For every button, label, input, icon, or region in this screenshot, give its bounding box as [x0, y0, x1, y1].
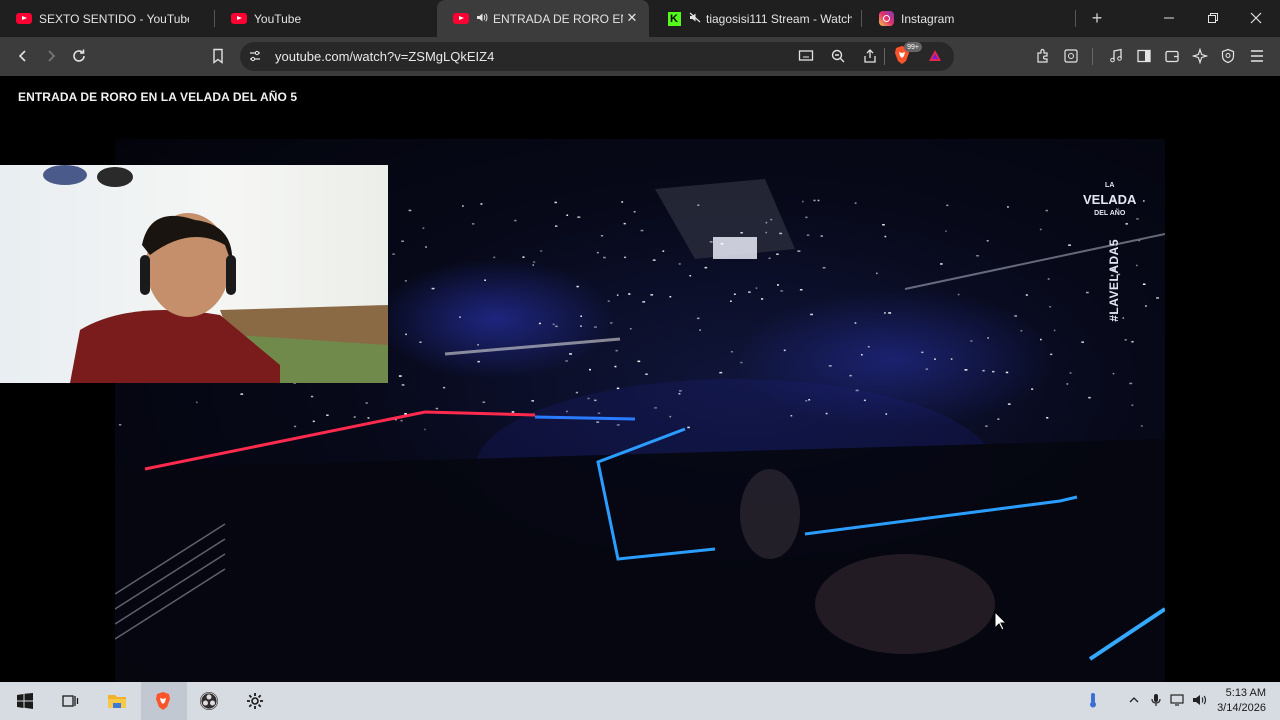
- tab-kick-stream[interactable]: K tiagosisi111 Stream - Watch Live on Ki…: [650, 0, 860, 37]
- site-info-icon[interactable]: [246, 47, 264, 65]
- close-tab-icon[interactable]: ✕: [625, 11, 639, 25]
- tab-title: ENTRADA DE RORO EN LA VELADA DEL AÑO 5: [493, 11, 623, 26]
- tab-title: YouTube: [254, 11, 302, 26]
- wallet-icon[interactable]: [1163, 47, 1181, 65]
- share-icon[interactable]: [861, 47, 879, 65]
- clock-date: 3/14/2026: [1217, 702, 1266, 714]
- menu-icon[interactable]: [1248, 47, 1266, 65]
- tab-strip: SEXTO SENTIDO - YouTube YouTube ENTRADA …: [0, 0, 1280, 37]
- la-velada-logo: LA VELADA DEL AÑO: [1083, 179, 1136, 221]
- restore-icon[interactable]: [1202, 8, 1224, 30]
- mouse-cursor-icon: [994, 610, 1008, 636]
- media-icon[interactable]: [1107, 47, 1125, 65]
- reader-mode-icon[interactable]: [1062, 47, 1080, 65]
- webcam-person: [43, 165, 388, 383]
- system-clock[interactable]: 5:13 AM 3/14/2026: [1214, 686, 1266, 716]
- network-icon[interactable]: [1170, 692, 1186, 708]
- windows-start-icon[interactable]: [14, 690, 36, 712]
- reload-icon[interactable]: [68, 45, 90, 67]
- tab-sexto-sentido[interactable]: SEXTO SENTIDO - YouTube: [0, 0, 214, 37]
- tab-title: Instagram: [901, 11, 955, 26]
- brave-icon[interactable]: [152, 690, 174, 712]
- url-text[interactable]: youtube.com/watch?v=ZSMgLQkEIZ4: [275, 49, 494, 64]
- extensions-icon[interactable]: [1034, 47, 1052, 65]
- microphone-icon[interactable]: [1148, 692, 1164, 708]
- youtube-icon: [16, 11, 32, 27]
- logo-sub: DEL AÑO: [1094, 210, 1126, 217]
- volume-icon[interactable]: [1192, 692, 1208, 708]
- thermometer-icon[interactable]: [1085, 692, 1101, 708]
- minimize-icon[interactable]: [1158, 8, 1180, 30]
- chevron-up-icon[interactable]: [1126, 692, 1142, 708]
- tab-title: SEXTO SENTIDO - YouTube: [39, 11, 189, 26]
- youtube-icon: [453, 11, 469, 27]
- hashtag-overlay: #LAVELADA5: [1107, 239, 1121, 322]
- task-view-icon[interactable]: [59, 690, 81, 712]
- shields-badge: 99+: [904, 42, 922, 52]
- new-tab-button[interactable]: +: [1087, 9, 1107, 29]
- zoom-icon[interactable]: [829, 47, 847, 65]
- file-explorer-icon[interactable]: [106, 690, 128, 712]
- sidebar-icon[interactable]: [1135, 47, 1153, 65]
- logo-top: LA: [1105, 182, 1115, 189]
- webcam-overlay: [0, 165, 388, 383]
- muted-icon[interactable]: [689, 12, 701, 26]
- speaker-icon[interactable]: [476, 12, 488, 26]
- tab-separator: [1075, 10, 1076, 27]
- obs-icon[interactable]: [198, 690, 220, 712]
- tab-youtube[interactable]: YouTube: [215, 0, 435, 37]
- youtube-icon: [231, 11, 247, 27]
- settings-icon[interactable]: [244, 690, 266, 712]
- toolbar-separator: [884, 48, 885, 65]
- instagram-icon: [878, 11, 894, 27]
- tab-title: tiagosisi111 Stream - Watch Live on Kick: [706, 11, 852, 26]
- logo-main: VELADA: [1083, 192, 1137, 207]
- cast-icon[interactable]: [797, 47, 815, 65]
- tab-instagram[interactable]: Instagram: [862, 0, 1074, 37]
- video-title: ENTRADA DE RORO EN LA VELADA DEL AÑO 5: [18, 90, 298, 104]
- back-icon[interactable]: [12, 45, 34, 67]
- kick-icon: K: [666, 11, 682, 27]
- close-window-icon[interactable]: [1245, 8, 1267, 30]
- bookmark-icon[interactable]: [207, 45, 229, 67]
- forward-icon[interactable]: [40, 45, 62, 67]
- vpn-icon[interactable]: [1219, 47, 1237, 65]
- brave-rewards-icon[interactable]: [926, 47, 944, 65]
- toolbar-separator: [1092, 48, 1093, 65]
- clock-time: 5:13 AM: [1225, 687, 1266, 699]
- tab-entrada-de-roro[interactable]: ENTRADA DE RORO EN LA VELADA DEL AÑO 5 ✕: [437, 0, 649, 37]
- leo-ai-icon[interactable]: [1191, 47, 1209, 65]
